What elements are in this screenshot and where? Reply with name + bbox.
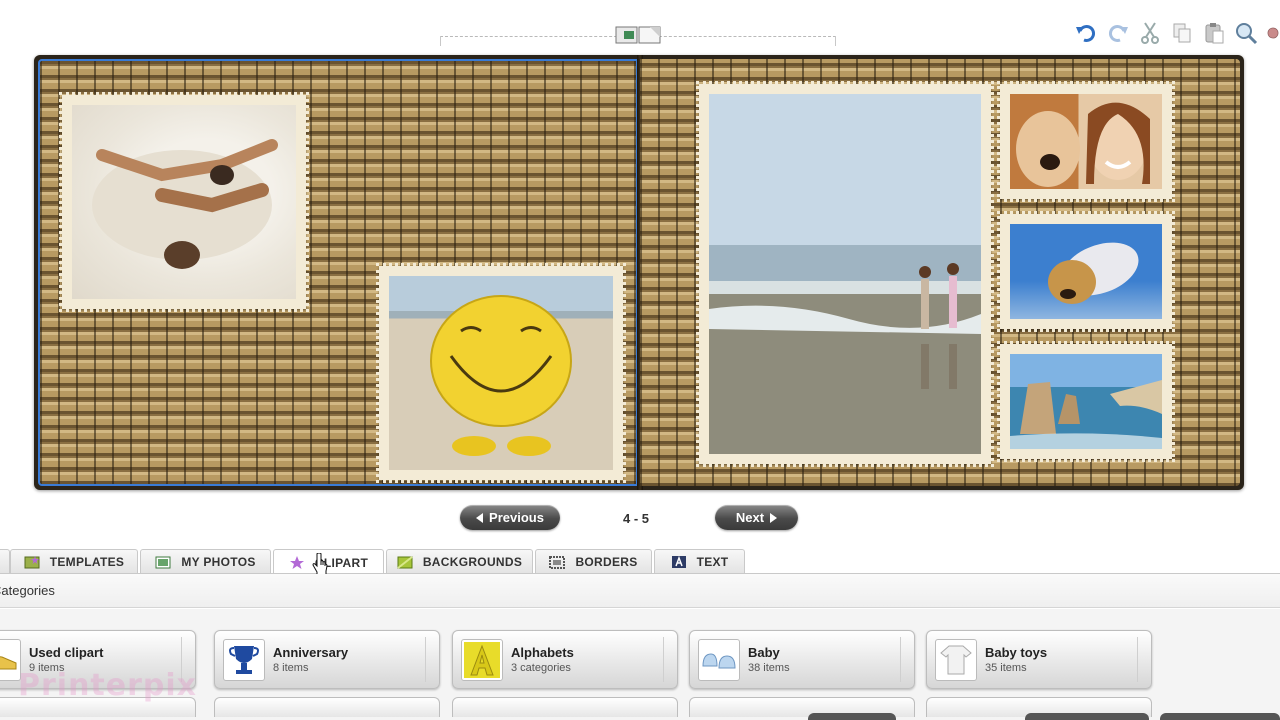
arrow-right-icon — [770, 512, 778, 523]
spread-thumbnail-icon[interactable] — [615, 25, 661, 45]
photobook-editor: { "pager": { "previous_label": "Previous… — [0, 0, 1280, 720]
tab-text[interactable]: TEXT — [654, 549, 745, 574]
photo-couple-on-sand — [72, 105, 296, 299]
cut-icon[interactable] — [1138, 21, 1162, 45]
paste-icon[interactable] — [1202, 21, 1226, 45]
album-page-right[interactable] — [640, 59, 1240, 486]
category-list: Used clipart 9 items Anniversary 8 items A… — [0, 609, 1280, 720]
categories-header: Categories — [0, 583, 55, 598]
baby-clothes-icon — [935, 638, 977, 681]
page-spread-selector[interactable] — [440, 22, 836, 46]
star-icon — [289, 555, 305, 570]
album-page-left[interactable] — [38, 59, 638, 486]
letter-a-icon — [461, 638, 503, 681]
redo-icon[interactable] — [1106, 21, 1130, 45]
tab-borders[interactable]: BORDERS — [535, 549, 652, 574]
photo-rocky-coast — [1010, 354, 1162, 449]
watermark-logo: Printerpix — [18, 668, 198, 703]
photo-frame-smiley[interactable] — [376, 263, 626, 483]
arrow-left-icon — [476, 512, 484, 523]
photo-frame-couple[interactable] — [59, 92, 309, 312]
category-row2-card[interactable] — [452, 697, 678, 717]
tab-templates[interactable]: TEMPLATES — [10, 549, 138, 574]
previous-label: Previous — [489, 510, 544, 525]
tab-label: TEMPLATES — [49, 555, 125, 569]
previous-button[interactable]: Previous — [460, 505, 560, 530]
photo-album-spread — [34, 55, 1244, 490]
panel-tabs: TEMPLATES MY PHOTOS CLIPART BACKGROUNDS … — [0, 549, 1280, 575]
category-name: Alphabets — [511, 645, 574, 660]
card-edge — [900, 637, 908, 682]
category-name: Used clipart — [29, 645, 104, 660]
tab-label: MY PHOTOS — [181, 555, 256, 569]
templates-icon — [24, 555, 40, 569]
background-icon — [397, 555, 413, 569]
photo-frame-coast[interactable] — [997, 341, 1175, 462]
card-edge — [1137, 637, 1145, 682]
category-name: Baby toys — [985, 645, 1048, 660]
zoom-icon[interactable] — [1234, 21, 1258, 45]
category-count: 38 items — [748, 662, 790, 674]
border-icon — [549, 555, 566, 569]
edit-toolbar — [1074, 18, 1280, 48]
category-name: Baby — [748, 645, 780, 660]
photo-dog-and-woman — [1010, 94, 1162, 189]
bottom-action-button[interactable] — [808, 713, 896, 720]
photos-icon — [155, 555, 171, 569]
tab-my-photos[interactable]: MY PHOTOS — [140, 549, 271, 574]
baby-shoes-icon — [698, 638, 740, 681]
category-count: 8 items — [273, 662, 309, 674]
next-label: Next — [735, 510, 765, 525]
category-alphabets[interactable]: Alphabets 3 categories — [452, 630, 678, 689]
category-baby-toys[interactable]: Baby toys 35 items — [926, 630, 1152, 689]
category-baby[interactable]: Baby 38 items — [689, 630, 915, 689]
bottom-action-button[interactable] — [1160, 713, 1280, 720]
photo-frame-dog-woman[interactable] — [997, 81, 1175, 202]
category-name: Anniversary — [273, 645, 349, 660]
category-row2-card[interactable] — [214, 697, 440, 717]
category-count: 35 items — [985, 662, 1027, 674]
copy-icon[interactable] — [1170, 21, 1194, 45]
tab-label: BORDERS — [575, 555, 638, 569]
next-button[interactable]: Next — [715, 505, 798, 530]
page-navigation: Previous 4 - 5 Next — [0, 503, 1280, 533]
category-anniversary[interactable]: Anniversary 8 items — [214, 630, 440, 689]
track-tick-left — [440, 36, 441, 46]
tab-label: TEXT — [696, 555, 729, 569]
undo-icon[interactable] — [1074, 21, 1098, 45]
card-edge — [425, 637, 433, 682]
categories-header-bar: Categories — [0, 574, 1280, 608]
track-tick-right — [835, 36, 836, 46]
photo-yellow-smiley-toy — [389, 276, 613, 470]
text-icon — [671, 555, 687, 569]
tab-label: BACKGROUNDS — [422, 555, 523, 569]
trophy-icon — [223, 638, 265, 681]
photo-man-with-dog — [1010, 224, 1162, 319]
tab-backgrounds[interactable]: BACKGROUNDS — [386, 549, 533, 574]
tab-hidden-left[interactable] — [0, 549, 10, 574]
page-range: 4 - 5 — [622, 511, 649, 526]
category-count: 3 categories — [511, 662, 571, 674]
photo-frame-man-dog[interactable] — [997, 211, 1175, 332]
photo-girls-on-beach — [709, 94, 981, 454]
settings-icon[interactable] — [1266, 21, 1280, 45]
photo-frame-beach[interactable] — [696, 81, 994, 467]
card-edge — [663, 637, 671, 682]
bottom-action-button[interactable] — [1025, 713, 1149, 720]
